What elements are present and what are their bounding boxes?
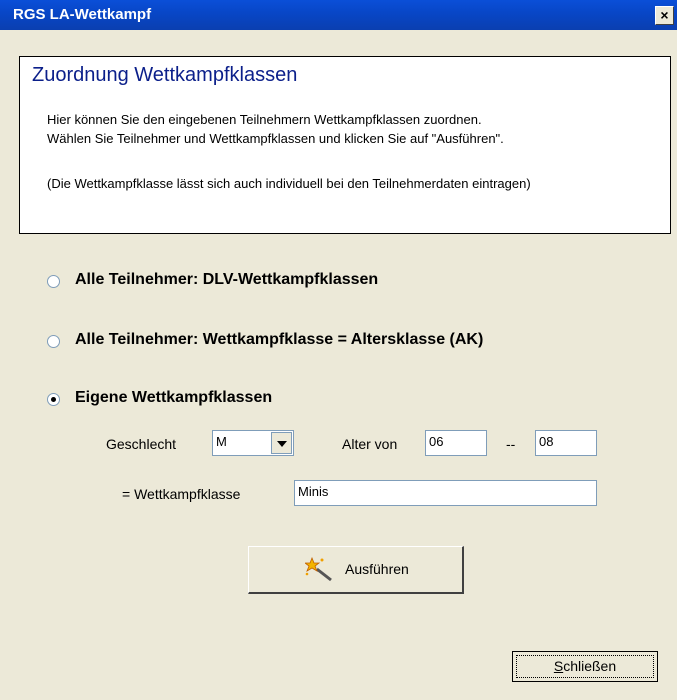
gender-select-value: M: [216, 434, 227, 449]
description-line-1: Hier können Sie den eingebenen Teilnehme…: [47, 112, 482, 127]
info-panel-border: [19, 56, 20, 234]
close-button-label: Schließen: [553, 658, 617, 674]
close-button[interactable]: Schließen: [512, 651, 658, 682]
radio-custom-classes[interactable]: [47, 393, 60, 406]
close-icon: ×: [660, 7, 669, 23]
description-line-3: (Die Wettkampfklasse lässt sich auch ind…: [47, 176, 531, 191]
radio-dlv-classes[interactable]: [47, 275, 60, 288]
execute-button[interactable]: Ausführen: [248, 546, 464, 594]
window-title: RGS LA-Wettkampf: [13, 6, 152, 23]
chevron-down-icon[interactable]: [271, 432, 292, 454]
age-from-label: Alter von: [342, 436, 398, 452]
gender-select[interactable]: M: [212, 430, 294, 456]
description-line-2: Wählen Sie Teilnehmer und Wettkampfklass…: [47, 131, 504, 146]
age-from-input[interactable]: 06: [425, 430, 487, 456]
radio-custom-classes-label[interactable]: Eigene Wettkampfklassen: [75, 389, 272, 407]
window-close-button[interactable]: ×: [655, 6, 674, 25]
radio-age-class[interactable]: [47, 335, 60, 348]
page-title: Zuordnung Wettkampfklassen: [32, 64, 298, 86]
age-separator: --: [506, 436, 516, 452]
class-input[interactable]: Minis: [294, 480, 597, 506]
dialog-window: RGS LA-Wettkampf × Zuordnung Wettkampfkl…: [0, 0, 677, 700]
title-bar[interactable]: RGS LA-Wettkampf ×: [0, 0, 677, 30]
magic-wand-icon: [305, 557, 332, 582]
age-to-input[interactable]: 08: [535, 430, 597, 456]
gender-label: Geschlecht: [106, 436, 177, 452]
radio-age-class-label[interactable]: Alle Teilnehmer: Wettkampfklasse = Alter…: [75, 331, 483, 349]
execute-button-label: Ausführen: [345, 561, 409, 577]
class-label: = Wettkampfklasse: [122, 486, 241, 502]
radio-dlv-classes-label[interactable]: Alle Teilnehmer: DLV-Wettkampfklassen: [75, 271, 378, 289]
